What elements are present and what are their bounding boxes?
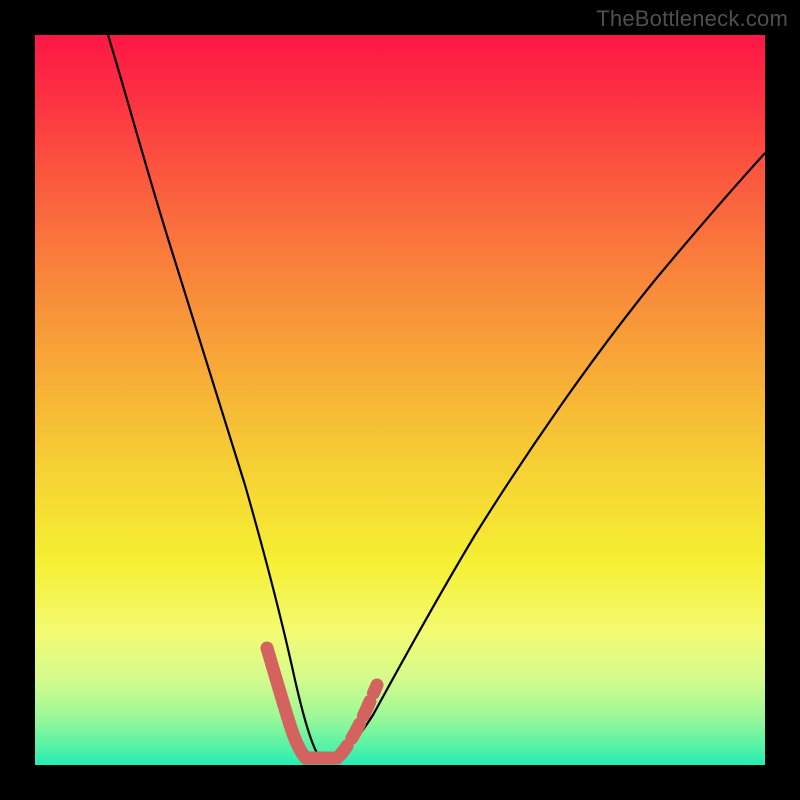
bottleneck-curve bbox=[108, 35, 765, 757]
curve-layer bbox=[35, 35, 765, 765]
chart-frame: TheBottleneck.com bbox=[0, 0, 800, 800]
watermark-text: TheBottleneck.com bbox=[596, 6, 788, 32]
plot-area bbox=[35, 35, 765, 765]
optimal-zone-marker-right bbox=[337, 685, 377, 758]
